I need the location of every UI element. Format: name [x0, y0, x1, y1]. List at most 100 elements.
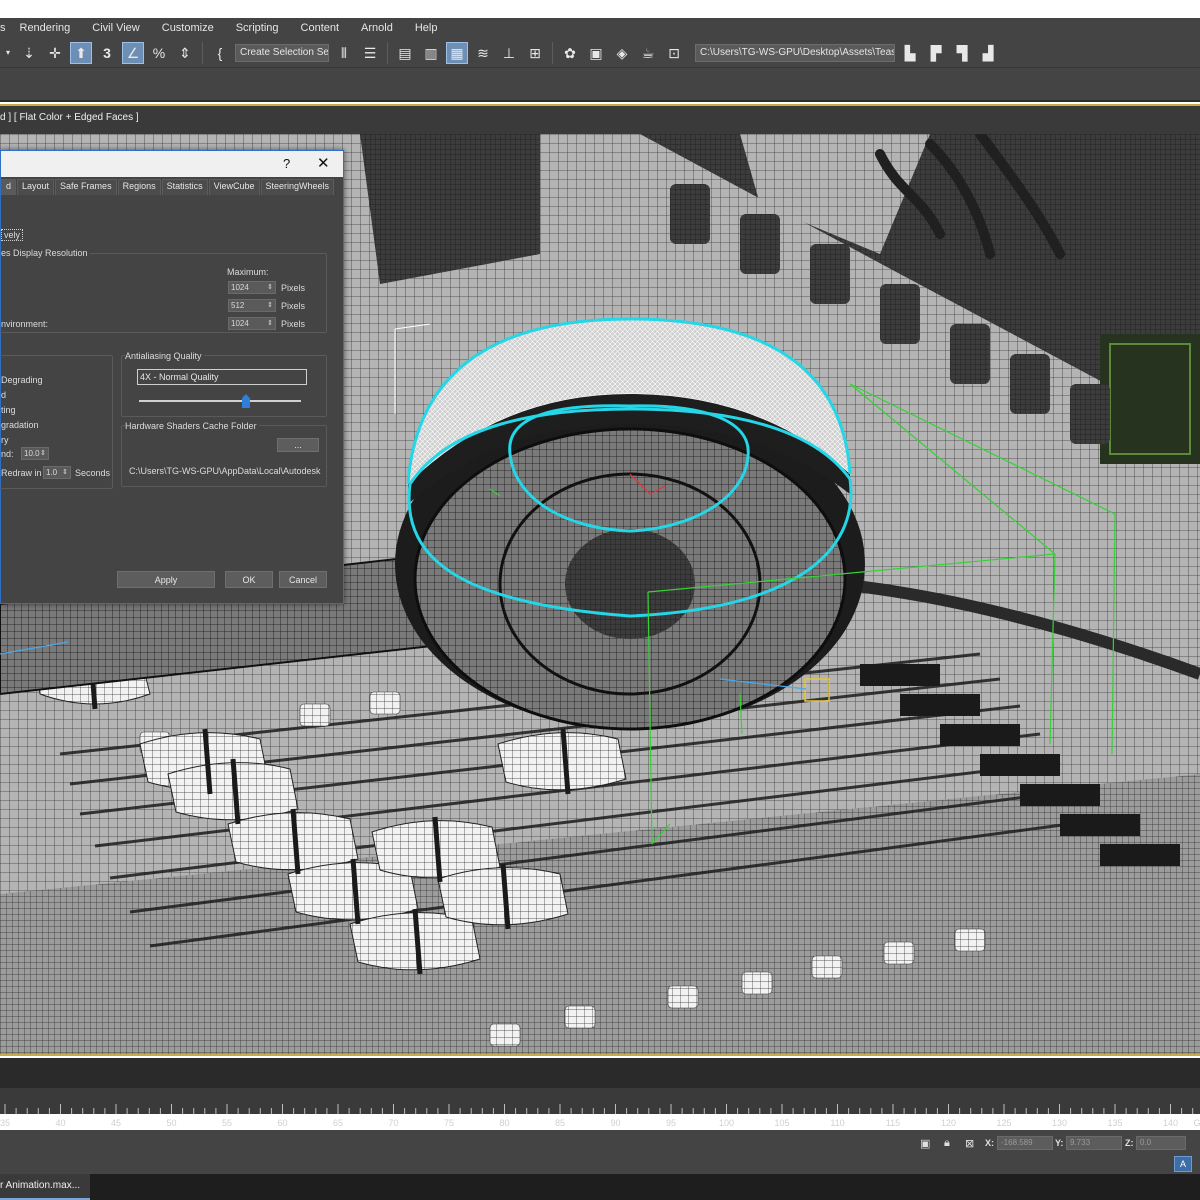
- cancel-button[interactable]: Cancel: [279, 571, 327, 588]
- antialiasing-slider[interactable]: [139, 400, 301, 402]
- spinner-arrows-icon[interactable]: ⇕: [62, 467, 68, 478]
- menu-item-arnold[interactable]: Arnold: [361, 22, 393, 34]
- render-production-icon[interactable]: ☕: [637, 42, 659, 64]
- y-coordinate-field[interactable]: 9.733: [1066, 1136, 1122, 1150]
- x-label: X:: [985, 1138, 994, 1148]
- degradation-item-2[interactable]: d: [1, 390, 6, 400]
- y-label: Y:: [1055, 1138, 1064, 1148]
- render-iterative-icon[interactable]: ⊡: [663, 42, 685, 64]
- redraw-spinner[interactable]: 1.0 ⇕: [43, 466, 71, 479]
- timeline-frame-number: 110: [830, 1118, 845, 1128]
- tab-safe-frames[interactable]: Safe Frames: [55, 179, 117, 195]
- z-coordinate-field[interactable]: 0.0: [1136, 1136, 1186, 1150]
- spinner-arrows-icon[interactable]: ⇕: [40, 448, 46, 459]
- scene-explorer-icon[interactable]: ▤: [394, 42, 416, 64]
- project-tool-1-icon[interactable]: ▙: [899, 42, 921, 64]
- timeline-frame-number: 85: [554, 1118, 566, 1128]
- degradation-item-3[interactable]: ting: [1, 405, 16, 415]
- degrade-spinner[interactable]: 10.0 ⇕: [21, 447, 49, 460]
- menu-item-help[interactable]: Help: [415, 22, 438, 34]
- tab-viewcube[interactable]: ViewCube: [208, 179, 260, 195]
- tab-layout[interactable]: Layout: [17, 179, 55, 195]
- spinner-arrows-icon[interactable]: ⇕: [267, 318, 273, 329]
- angle-snap-icon[interactable]: ∠: [122, 41, 144, 64]
- apply-button[interactable]: Apply: [117, 571, 215, 588]
- material-editor-icon[interactable]: ✿: [559, 42, 581, 64]
- rendered-frame-window-icon[interactable]: ◈: [611, 42, 633, 64]
- timeline-end-label: G: [1193, 1118, 1200, 1128]
- resolution-spinner-1[interactable]: 1024 ⇕: [228, 281, 276, 294]
- align-icon[interactable]: ☰: [359, 42, 381, 64]
- browse-button[interactable]: ...: [277, 438, 319, 452]
- dropdown-arrow-icon[interactable]: ▾: [2, 42, 14, 64]
- viewport-label[interactable]: d ] [ Flat Color + Edged Faces ]: [0, 112, 139, 123]
- option-clipped[interactable]: vely: [1, 229, 24, 241]
- degradation-item-4[interactable]: gradation: [1, 420, 39, 430]
- timeline-frame-number: 125: [996, 1118, 1012, 1128]
- schematic-view-icon[interactable]: ⊞: [524, 42, 546, 64]
- isolate-selection-icon[interactable]: ▣: [920, 1137, 930, 1150]
- menu-item-content[interactable]: Content: [301, 22, 340, 34]
- spinner-snap-icon[interactable]: ⇕: [174, 42, 196, 64]
- close-icon[interactable]: ✕: [317, 154, 330, 172]
- named-selection-dropdown[interactable]: Create Selection Se▾: [235, 43, 329, 62]
- viewport-header: d ] [ Flat Color + Edged Faces ]: [0, 104, 1200, 134]
- taskbar: r Animation.max...: [0, 1174, 1200, 1200]
- timeline-frame-number: 50: [166, 1118, 177, 1128]
- menu-item-customize[interactable]: Customize: [162, 22, 214, 34]
- layer-explorer-icon[interactable]: ▥: [420, 42, 442, 64]
- tab-regions[interactable]: Regions: [117, 179, 161, 195]
- timeline-frame-number: 75: [443, 1118, 455, 1128]
- time-slider-area[interactable]: [0, 1058, 1200, 1088]
- ribbon-toggle-icon[interactable]: ▦: [446, 41, 468, 64]
- render-setup-icon[interactable]: ▣: [585, 42, 607, 64]
- taskbar-active-window[interactable]: r Animation.max...: [0, 1174, 90, 1200]
- snap-3d-icon[interactable]: 3: [96, 42, 118, 64]
- timeline-frame-number: 40: [55, 1118, 66, 1128]
- cache-folder-title: Hardware Shaders Cache Folder: [125, 421, 259, 431]
- tab-steeringwheels[interactable]: SteeringWheels: [260, 179, 335, 195]
- project-tool-2-icon[interactable]: ▛: [925, 42, 947, 64]
- pixels-label-2: Pixels: [281, 301, 306, 311]
- antialiasing-quality-field[interactable]: 4X - Normal Quality: [137, 369, 307, 385]
- help-icon[interactable]: ?: [283, 156, 290, 171]
- menu-item-clipped[interactable]: s: [0, 22, 6, 34]
- dialog-title-bar[interactable]: ? ✕: [1, 151, 343, 177]
- spinner-arrows-icon[interactable]: ⇕: [267, 300, 273, 311]
- percent-snap-icon[interactable]: %: [148, 42, 170, 64]
- tab-clipped[interactable]: d: [1, 179, 17, 195]
- tab-statistics[interactable]: Statistics: [161, 179, 208, 195]
- timeline-frame-number: 45: [110, 1118, 122, 1128]
- resolution-spinner-3[interactable]: 1024 ⇕: [228, 317, 276, 330]
- menu-item-rendering[interactable]: Rendering: [20, 22, 71, 34]
- select-link-icon[interactable]: ⇣: [18, 42, 40, 64]
- project-tool-3-icon[interactable]: ▜: [951, 42, 973, 64]
- absolute-mode-icon[interactable]: ⊠: [965, 1137, 974, 1150]
- main-toolbar: ▾ ⇣ ✛ ⬆ 3 ∠ % ⇕ { Create Selection Se▾ ⫴…: [0, 38, 1200, 68]
- degrade-row-label: nd:: [1, 449, 14, 459]
- timeline-frame-number: 100: [718, 1118, 735, 1128]
- degradation-item-5[interactable]: ry: [1, 435, 9, 445]
- viewport-configuration-dialog: ? ✕ d Layout Safe Frames Regions Statist…: [0, 150, 344, 604]
- edit-named-selection-icon[interactable]: {: [209, 42, 231, 64]
- timeline-frame-number: 140: [1162, 1118, 1179, 1128]
- timeline-frame-number: 120: [940, 1118, 957, 1128]
- curve-editor-icon[interactable]: ≋: [472, 42, 494, 64]
- x-coordinate-field[interactable]: -168.589: [997, 1136, 1053, 1150]
- menu-item-civil-view[interactable]: Civil View: [92, 22, 139, 34]
- ok-button[interactable]: OK: [225, 571, 273, 588]
- dope-sheet-icon[interactable]: ⊥: [498, 42, 520, 64]
- degradation-item-1[interactable]: Degrading: [1, 375, 43, 385]
- spinner-arrows-icon[interactable]: ⇕: [267, 282, 273, 293]
- autodesk-account-icon[interactable]: A: [1174, 1156, 1192, 1172]
- resolution-spinner-2[interactable]: 512 ⇕: [228, 299, 276, 312]
- project-tool-4-icon[interactable]: ▟: [977, 42, 999, 64]
- cache-folder-group: [121, 425, 327, 487]
- move-icon[interactable]: ✛: [44, 42, 66, 64]
- selection-lock-icon[interactable]: 🔒︎: [944, 1137, 950, 1150]
- mirror-icon[interactable]: ⫴: [333, 42, 355, 64]
- environment-label: nvironment:: [1, 319, 49, 329]
- select-object-icon[interactable]: ⬆: [70, 41, 92, 64]
- project-folder-dropdown[interactable]: C:\Users\TG-WS-GPU\Desktop\Assets\Teaset…: [695, 43, 895, 62]
- menu-item-scripting[interactable]: Scripting: [236, 22, 279, 34]
